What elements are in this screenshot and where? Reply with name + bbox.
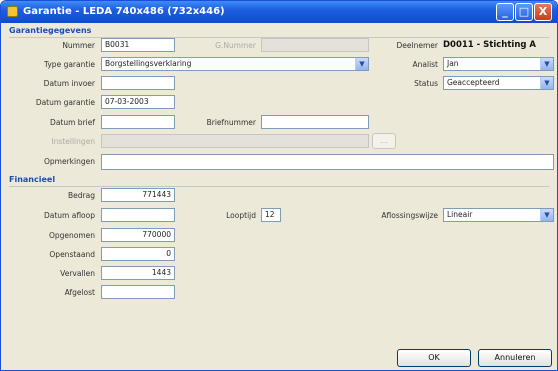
aflossingswijze-value: Lineair: [447, 210, 473, 219]
deelnemer-label: Deelnemer: [396, 41, 438, 50]
afgelost-label: Afgelost: [64, 288, 95, 297]
section-divider: [9, 186, 549, 187]
deelnemer-value: D0011 - Stichting A: [443, 40, 536, 50]
datum-brief-label: Datum brief: [50, 118, 95, 127]
opgenomen-label: Opgenomen: [48, 231, 95, 240]
window-title: Garantie - LEDA 740x486 (732x446): [23, 6, 225, 17]
instellingen-label: Instellingen: [51, 137, 95, 146]
briefnummer-label: Briefnummer: [206, 118, 256, 127]
datum-afloop-field[interactable]: [101, 208, 175, 222]
opmerkingen-label: Opmerkingen: [44, 157, 95, 166]
type-garantie-value: Borgstellingsverklaring: [105, 59, 192, 68]
type-garantie-select[interactable]: Borgstellingsverklaring ▼: [101, 57, 369, 71]
section-title-financieel: Financieel: [9, 175, 56, 184]
vervallen-label: Vervallen: [60, 269, 95, 278]
analist-label: Analist: [412, 60, 439, 69]
datum-afloop-label: Datum afloop: [43, 211, 95, 220]
bedrag-field[interactable]: 771443: [101, 188, 175, 202]
opmerkingen-field[interactable]: [101, 154, 554, 170]
afgelost-field[interactable]: [101, 285, 175, 299]
chevron-down-icon[interactable]: ▼: [355, 58, 368, 70]
ok-button[interactable]: OK: [397, 349, 471, 367]
gnummer-label: G.Nummer: [215, 41, 256, 50]
minimize-button[interactable]: _: [496, 3, 514, 21]
datum-garantie-label: Datum garantie: [35, 98, 95, 107]
chevron-down-icon[interactable]: ▼: [540, 77, 553, 89]
openstaand-label: Openstaand: [49, 250, 95, 259]
openstaand-field[interactable]: 0: [101, 247, 175, 261]
chevron-down-icon[interactable]: ▼: [540, 209, 553, 221]
status-value: Geaccepteerd: [447, 78, 500, 87]
briefnummer-field[interactable]: [261, 115, 369, 129]
datum-garantie-field[interactable]: 07-03-2003: [101, 95, 175, 109]
analist-value: Jan: [447, 59, 459, 68]
opgenomen-field[interactable]: 770000: [101, 228, 175, 242]
datum-invoer-label: Datum invoer: [43, 79, 95, 88]
looptijd-field[interactable]: 12: [261, 208, 281, 222]
form-content: Garantiegegevens Nummer B0031 G.Nummer D…: [4, 23, 554, 369]
status-select[interactable]: Geaccepteerd ▼: [443, 76, 554, 90]
datum-invoer-field[interactable]: [101, 76, 175, 90]
cancel-button[interactable]: Annuleren: [478, 349, 552, 367]
datum-brief-field[interactable]: [101, 115, 175, 129]
analist-select[interactable]: Jan ▼: [443, 57, 554, 71]
aflossingswijze-select[interactable]: Lineair ▼: [443, 208, 554, 222]
aflossingswijze-label: Aflossingswijze: [381, 211, 438, 220]
instellingen-field: [101, 134, 369, 148]
title-bar[interactable]: Garantie - LEDA 740x486 (732x446) _ □ X: [1, 1, 557, 23]
vervallen-field[interactable]: 1443: [101, 266, 175, 280]
browse-button: ...: [372, 133, 396, 149]
maximize-button[interactable]: □: [515, 3, 533, 21]
nummer-label: Nummer: [62, 41, 95, 50]
section-title-garantie: Garantiegegevens: [9, 26, 92, 35]
nummer-field[interactable]: B0031: [101, 38, 175, 52]
type-garantie-label: Type garantie: [43, 60, 95, 69]
looptijd-label: Looptijd: [226, 211, 256, 220]
gnummer-field: [261, 38, 369, 52]
close-button[interactable]: X: [534, 3, 552, 21]
bedrag-label: Bedrag: [68, 191, 95, 200]
garantie-window: Garantie - LEDA 740x486 (732x446) _ □ X …: [0, 0, 558, 371]
chevron-down-icon[interactable]: ▼: [540, 58, 553, 70]
status-label: Status: [414, 79, 438, 88]
app-icon: [7, 6, 18, 17]
